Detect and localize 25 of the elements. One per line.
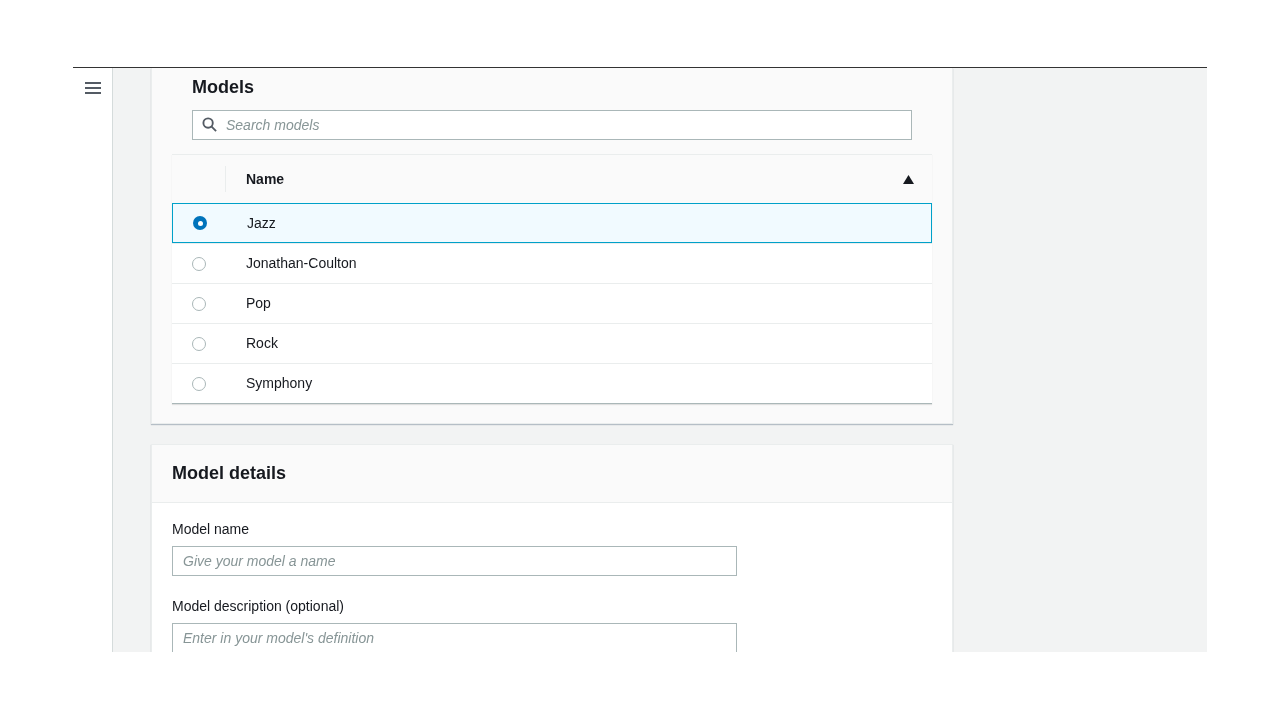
model-name: Jazz (247, 213, 276, 233)
input-field[interactable]: Enter in your model's definition (172, 623, 737, 652)
field-label: Model name (172, 520, 250, 539)
panel-title: Model details (172, 462, 287, 485)
radio-button[interactable] (192, 376, 206, 391)
radio-button[interactable] (192, 256, 206, 271)
sort-ascending-icon[interactable] (903, 174, 914, 184)
table-row[interactable]: Jazz (172, 203, 932, 243)
model-name: Pop (246, 294, 271, 313)
table-row[interactable]: Symphony (172, 363, 932, 403)
field-label: Model description (optional) (172, 597, 344, 616)
model-name: Jonathan-Coulton (246, 254, 357, 273)
search-icon (202, 117, 217, 132)
input-field[interactable]: Give your model a name (172, 546, 737, 576)
radio-button[interactable] (192, 296, 206, 311)
model-name: Rock (246, 334, 278, 353)
table-row[interactable]: Jonathan-Coulton (172, 243, 932, 283)
radio-button[interactable] (193, 216, 207, 230)
radio-button[interactable] (192, 336, 206, 351)
panel-title: Models (192, 76, 254, 99)
search-field[interactable]: Search models (192, 110, 912, 140)
menu-icon[interactable] (84, 80, 101, 96)
model-name: Symphony (246, 374, 313, 393)
table-row[interactable]: Rock (172, 323, 932, 363)
table-row[interactable]: Pop (172, 283, 932, 323)
